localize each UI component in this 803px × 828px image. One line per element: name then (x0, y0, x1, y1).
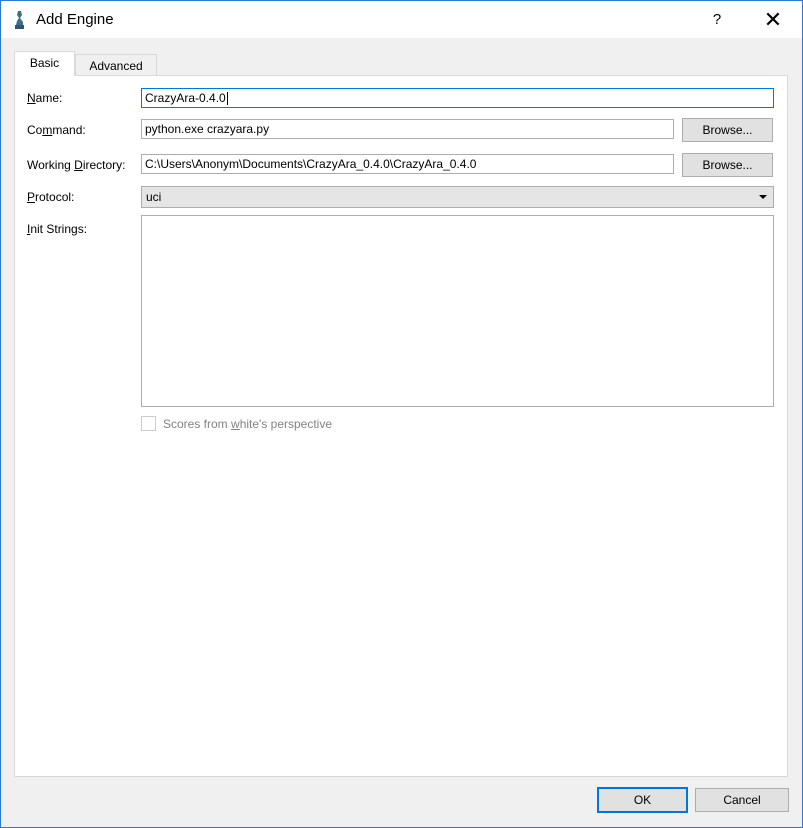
text-caret (226, 92, 228, 106)
scores-white-perspective-checkbox[interactable] (141, 416, 156, 431)
working-directory-label: Working Directory: (27, 158, 126, 172)
name-field[interactable]: CrazyAra-0.4.0 (141, 88, 774, 108)
init-strings-label: Init Strings: (27, 222, 88, 236)
title-bar: Add Engine ? ✕ (1, 1, 802, 38)
protocol-select[interactable]: uci (141, 186, 774, 208)
scores-white-perspective-label: Scores from white's perspective (163, 417, 333, 431)
command-label: Command: (27, 123, 86, 137)
command-browse-button[interactable]: Browse... (682, 118, 773, 142)
protocol-label: Protocol: (27, 190, 75, 204)
chevron-down-icon (759, 195, 767, 199)
working-directory-browse-button[interactable]: Browse... (682, 153, 773, 177)
cancel-button[interactable]: Cancel (695, 788, 789, 812)
close-button[interactable]: ✕ (753, 1, 793, 38)
chess-bishop-icon (15, 11, 24, 29)
tab-advanced[interactable]: Advanced (75, 54, 157, 77)
command-field[interactable]: python.exe crazyara.py (141, 119, 674, 139)
basic-tab-panel (14, 75, 788, 777)
init-strings-textarea[interactable] (141, 215, 774, 407)
ok-button[interactable]: OK (597, 787, 688, 813)
tab-basic[interactable]: Basic (14, 51, 75, 76)
name-label: Name: (27, 91, 63, 105)
protocol-value: uci (146, 190, 162, 204)
window-title: Add Engine (36, 11, 114, 28)
working-directory-field[interactable]: C:\Users\Anonym\Documents\CrazyAra_0.4.0… (141, 154, 674, 174)
help-button[interactable]: ? (707, 9, 727, 31)
